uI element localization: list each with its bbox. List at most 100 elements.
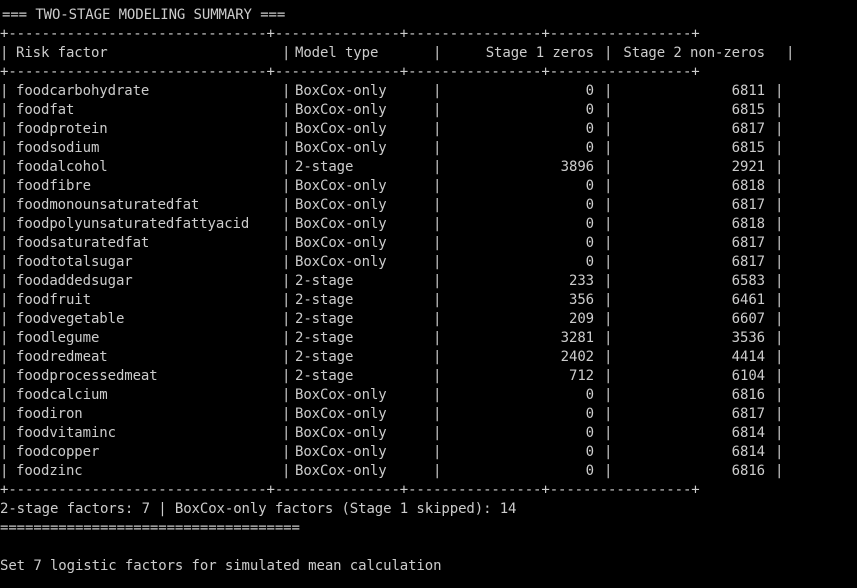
column-separator: | (282, 235, 291, 251)
column-separator: | (775, 273, 784, 289)
column-separator: | (604, 368, 613, 384)
cell-risk-factor: foodcalcium (16, 387, 108, 403)
column-separator: | (433, 273, 442, 289)
column-separator: | (0, 216, 9, 232)
cell-model-type: 2-stage (295, 159, 354, 175)
column-separator: | (433, 83, 442, 99)
table-row: | foodredmeat | 2-stage | 2402 | 4414 | (0, 348, 857, 367)
column-separator: | (775, 311, 784, 327)
column-separator: | (433, 159, 442, 175)
cell-stage2-nonzeros: 6461 (731, 292, 765, 308)
column-separator: | (282, 425, 291, 441)
column-separator: | (0, 349, 9, 365)
cell-stage2-nonzeros: 6815 (731, 140, 765, 156)
cell-stage1-zeros: 3281 (560, 330, 594, 346)
column-separator: | (0, 254, 9, 270)
cell-stage1-zeros: 2402 (560, 349, 594, 365)
table-row: | foodvitaminc | BoxCox-only | 0 | 6814 | (0, 424, 857, 443)
cell-risk-factor: foodprotein (16, 121, 108, 137)
cell-stage1-zeros: 0 (585, 235, 594, 251)
cell-stage1-zeros: 0 (585, 197, 594, 213)
column-separator: | (433, 216, 442, 232)
column-separator: | (604, 235, 613, 251)
column-separator: | (433, 368, 442, 384)
separator-rule: ==================================== (0, 520, 300, 536)
cell-stage2-nonzeros: 6817 (731, 406, 765, 422)
cell-model-type: BoxCox-only (295, 463, 387, 479)
table-row: | foodprotein | BoxCox-only | 0 | 6817 | (0, 120, 857, 139)
column-separator: | (604, 311, 613, 327)
cell-risk-factor: foodfibre (16, 178, 91, 194)
cell-risk-factor: foodalcohol (16, 159, 108, 175)
column-separator: | (775, 292, 784, 308)
cell-risk-factor: foodprocessedmeat (16, 368, 158, 384)
column-separator: | (775, 368, 784, 384)
column-separator: | (0, 387, 9, 403)
column-separator: | (282, 254, 291, 270)
column-separator: | (282, 349, 291, 365)
cell-risk-factor: foodcarbohydrate (16, 83, 150, 99)
column-separator: | (282, 178, 291, 194)
cell-stage1-zeros: 0 (585, 216, 594, 232)
cell-model-type: BoxCox-only (295, 178, 387, 194)
column-separator: | (604, 330, 613, 346)
column-separator: | (282, 311, 291, 327)
table-row: | foodfruit | 2-stage | 356 | 6461 | (0, 291, 857, 310)
column-separator: | (604, 121, 613, 137)
table-row: | foodalcohol | 2-stage | 3896 | 2921 | (0, 158, 857, 177)
column-separator: | (433, 197, 442, 213)
column-separator: | (433, 311, 442, 327)
table-row: | foodsaturatedfat | BoxCox-only | 0 | 6817 | (0, 234, 857, 253)
cell-stage2-nonzeros: 6818 (731, 216, 765, 232)
column-separator: | (775, 349, 784, 365)
column-separator: | (604, 159, 613, 175)
cell-risk-factor: foodcopper (16, 444, 100, 460)
cell-model-type: 2-stage (295, 311, 354, 327)
column-separator: | (775, 387, 784, 403)
column-separator: | (282, 197, 291, 213)
cell-model-type: BoxCox-only (295, 387, 387, 403)
column-separator: | (282, 444, 291, 460)
cell-risk-factor: foodvegetable (16, 311, 125, 327)
column-separator: | (604, 83, 613, 99)
cell-model-type: 2-stage (295, 273, 354, 289)
cell-stage1-zeros: 0 (585, 463, 594, 479)
column-separator: | (786, 45, 795, 61)
column-separator: | (433, 349, 442, 365)
column-separator: | (282, 45, 291, 61)
column-separator: | (433, 330, 442, 346)
cell-stage1-zeros: 0 (585, 254, 594, 270)
cell-stage2-nonzeros: 6814 (731, 425, 765, 441)
column-separator: | (775, 121, 784, 137)
column-separator: | (604, 349, 613, 365)
column-separator: | (282, 159, 291, 175)
column-separator: | (282, 368, 291, 384)
cell-stage2-nonzeros: 6817 (731, 235, 765, 251)
cell-risk-factor: foodsaturatedfat (16, 235, 150, 251)
column-separator: | (775, 159, 784, 175)
column-separator: | (604, 197, 613, 213)
cell-model-type: BoxCox-only (295, 140, 387, 156)
table-border-mid: +-------------------------------+-------… (0, 64, 700, 80)
column-separator: | (604, 140, 613, 156)
column-separator: | (282, 216, 291, 232)
table-row: | foodfat | BoxCox-only | 0 | 6815 | (0, 101, 857, 120)
cell-stage1-zeros: 3896 (560, 159, 594, 175)
column-separator: | (775, 425, 784, 441)
table-row: | foodcalcium | BoxCox-only | 0 | 6816 | (0, 386, 857, 405)
cell-stage2-nonzeros: 6104 (731, 368, 765, 384)
cell-model-type: BoxCox-only (295, 83, 387, 99)
cell-stage2-nonzeros: 6814 (731, 444, 765, 460)
column-separator: | (0, 102, 9, 118)
column-separator: | (433, 102, 442, 118)
column-separator: | (0, 406, 9, 422)
column-separator: | (604, 292, 613, 308)
cell-stage1-zeros: 0 (585, 387, 594, 403)
cell-stage1-zeros: 0 (585, 140, 594, 156)
cell-model-type: BoxCox-only (295, 254, 387, 270)
cell-stage2-nonzeros: 6817 (731, 121, 765, 137)
column-separator: | (433, 140, 442, 156)
column-separator: | (0, 178, 9, 194)
column-separator: | (0, 444, 9, 460)
table-border-top: +-------------------------------+-------… (0, 26, 700, 42)
